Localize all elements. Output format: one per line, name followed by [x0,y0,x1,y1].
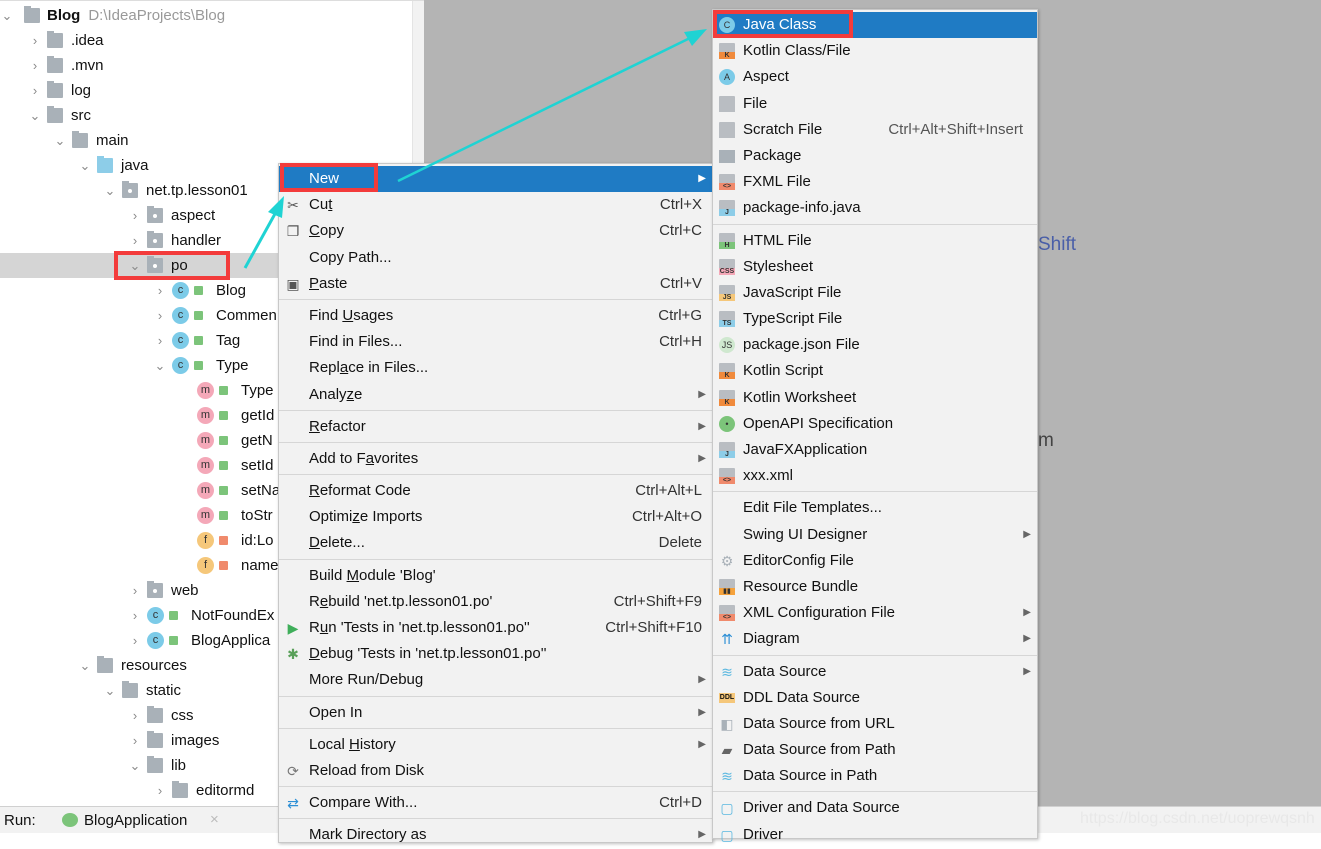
annotation-arrow [243,211,278,269]
annotation-arrow [397,36,691,183]
annotation-arrows [243,29,707,269]
arrow-head-icon [268,196,284,218]
arrow-head-icon [684,29,707,46]
